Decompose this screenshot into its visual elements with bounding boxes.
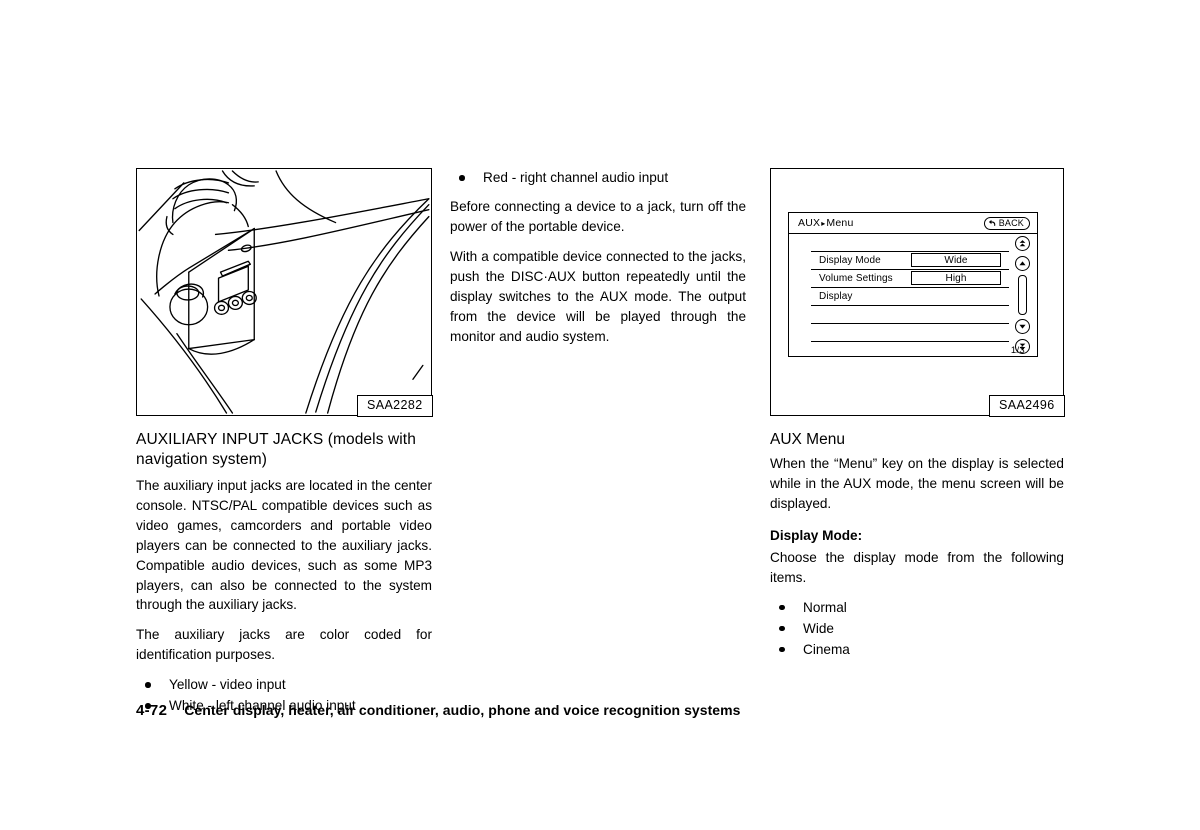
figure-caption-left: SAA2282 [356,395,433,417]
breadcrumb-root: AUX [798,217,821,229]
menu-row-empty-top [811,234,1009,252]
aux-menu-screen-figure: AUX▸Menu BACK Display Mode Wide Volume S… [770,168,1065,417]
right-heading: AUX Menu [770,431,845,448]
bullet-dot-icon [779,646,785,653]
manual-page: SAA2282 AUXILIARY INPUT JACKS (models wi… [0,0,1200,830]
console-illustration-drawing [138,170,430,414]
list-item: Wide [770,619,1064,639]
menu-item-label: Display Mode [819,255,881,266]
list-item: Red - right channel audio input [450,168,746,188]
scroll-up-button[interactable] [1015,256,1030,271]
back-button[interactable]: BACK [984,216,1030,230]
left-paragraph-1: The auxiliary input jacks are located in… [136,477,432,613]
right-column: AUX▸Menu BACK Display Mode Wide Volume S… [770,168,1065,669]
middle-column: Red - right channel audio input Before c… [450,168,746,357]
left-column: SAA2282 AUXILIARY INPUT JACKS (models wi… [136,168,433,726]
page-indicator: 1/3 [1010,345,1025,356]
right-paragraph-1: When the “Menu” key on the display is se… [770,456,1064,512]
table-row[interactable]: Display Mode Wide [811,252,1009,270]
middle-paragraph-1: Before connecting a device to a jack, tu… [450,199,746,235]
table-row[interactable] [811,324,1009,342]
list-item-label: Red - right channel audio input [483,170,669,185]
list-item-label: Wide [803,620,834,636]
middle-paragraph-2: With a compatible device connected to th… [450,249,746,344]
table-row[interactable]: Volume Settings High [811,270,1009,288]
menu-item-value: High [945,272,967,284]
chevron-down-icon [1019,324,1026,329]
table-row[interactable]: Display [811,288,1009,306]
table-row[interactable] [811,306,1009,324]
page-number: 4-72 [136,702,168,719]
figure-caption-right: SAA2496 [988,395,1065,417]
right-subparagraph: Choose the display mode from the followi… [770,549,1064,585]
list-item: Yellow - video input [136,675,432,695]
menu-list: Display Mode Wide Volume Settings High D… [789,234,1037,358]
left-paragraph-2: The auxiliary jacks are color coded for … [136,627,432,663]
chevron-up-icon [1019,261,1026,266]
monitor-screen: AUX▸Menu BACK Display Mode Wide Volume S… [788,212,1038,357]
menu-item-label: Display [819,291,853,302]
menu-item-label: Volume Settings [819,273,893,284]
list-item-label: Yellow - video input [169,677,286,693]
monitor-header: AUX▸Menu BACK [789,213,1037,234]
bullet-dot-icon [145,682,151,688]
page-footer: 4-72 Center display, heater, air conditi… [136,702,740,719]
right-subheading: Display Mode: [770,528,863,544]
monitor-body: Display Mode Wide Volume Settings High D… [789,234,1037,358]
bullet-dot-icon [459,175,465,181]
back-arrow-icon [989,219,996,226]
console-illustration-figure: SAA2282 [136,168,433,417]
breadcrumb: AUX▸Menu [798,217,854,229]
list-item: Normal [770,598,1064,618]
display-mode-options-list: Normal Wide Cinema [770,598,1064,660]
bullet-dot-icon [779,604,785,611]
scroll-down-button[interactable] [1015,319,1030,334]
back-button-label: BACK [998,217,1024,228]
list-item: Cinema [770,640,1064,660]
breadcrumb-current: Menu [826,217,854,229]
double-chevron-up-icon [1019,240,1026,247]
middle-bullet-list: Red - right channel audio input [450,168,746,188]
menu-item-value: Wide [944,254,968,266]
page-title: AUXILIARY INPUT JACKS (models with navig… [136,431,416,468]
monitor-illustration: AUX▸Menu BACK Display Mode Wide Volume S… [788,212,1038,357]
list-item-label: Normal [803,599,847,615]
menu-item-value-box[interactable]: High [911,271,1001,285]
menu-item-value-box[interactable]: Wide [911,253,1001,267]
scrollbar[interactable] [1014,236,1034,354]
scroll-top-button[interactable] [1015,236,1030,251]
list-item-label: Cinema [803,641,850,657]
bullet-dot-icon [779,625,785,632]
footer-chapter-title: Center display, heater, air conditioner,… [184,702,741,718]
scrollbar-thumb[interactable] [1018,275,1027,315]
